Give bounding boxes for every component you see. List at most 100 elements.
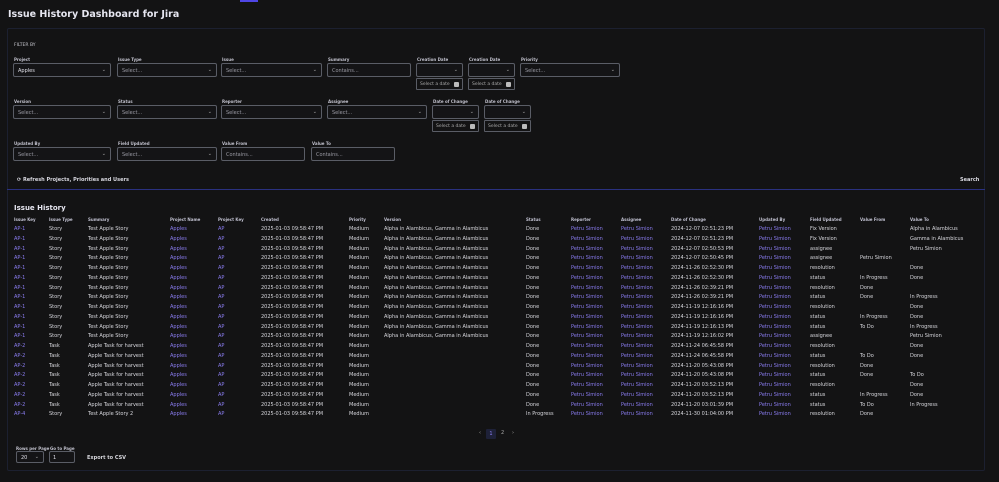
cell-project-name[interactable]: Apples: [170, 324, 187, 330]
cell-project-key[interactable]: AP: [218, 392, 224, 398]
cell-project-name[interactable]: Apples: [170, 343, 187, 349]
status-select[interactable]: Select... ⌄: [117, 105, 217, 119]
cell-issue-key[interactable]: AP-2: [14, 363, 25, 369]
rows-per-page-select[interactable]: 20 ⌄: [16, 451, 44, 463]
cell-project-name[interactable]: Apples: [170, 285, 187, 291]
cell-project-name[interactable]: Apples: [170, 265, 187, 271]
cell-issue-key[interactable]: AP-1: [14, 236, 25, 242]
page-1-button[interactable]: 1: [486, 429, 496, 439]
cell-updated-by[interactable]: Petru Simion: [759, 226, 791, 232]
column-header-assignee[interactable]: Assignee: [621, 217, 641, 222]
cell-project-name[interactable]: Apples: [170, 275, 187, 281]
creation-date-from-select[interactable]: ⌄: [416, 63, 463, 77]
cell-issue-key[interactable]: AP-1: [14, 285, 25, 291]
column-header-date-of-change[interactable]: Date of Change: [671, 217, 706, 222]
cell-issue-key[interactable]: AP-1: [14, 265, 25, 271]
field-updated-select[interactable]: Select... ⌄: [117, 147, 217, 161]
cell-project-name[interactable]: Apples: [170, 246, 187, 252]
cell-assignee[interactable]: Petru Simion: [621, 314, 653, 320]
cell-assignee[interactable]: Petru Simion: [621, 392, 653, 398]
cell-assignee[interactable]: Petru Simion: [621, 236, 653, 242]
column-header-issue-type[interactable]: Issue Type: [49, 217, 73, 222]
cell-reporter[interactable]: Petru Simion: [571, 402, 603, 408]
cell-reporter[interactable]: Petru Simion: [571, 411, 603, 417]
creation-date-to-select[interactable]: ⌄: [468, 63, 515, 77]
cell-issue-key[interactable]: AP-1: [14, 333, 25, 339]
date-of-change-to-select[interactable]: ⌄: [484, 105, 531, 119]
cell-assignee[interactable]: Petru Simion: [621, 372, 653, 378]
page-2-button[interactable]: 2: [501, 430, 504, 436]
go-to-page-input[interactable]: 1: [49, 451, 75, 463]
cell-project-key[interactable]: AP: [218, 294, 224, 300]
cell-assignee[interactable]: Petru Simion: [621, 324, 653, 330]
cell-updated-by[interactable]: Petru Simion: [759, 324, 791, 330]
cell-reporter[interactable]: Petru Simion: [571, 294, 603, 300]
cell-project-name[interactable]: Apples: [170, 236, 187, 242]
cell-assignee[interactable]: Petru Simion: [621, 275, 653, 281]
cell-updated-by[interactable]: Petru Simion: [759, 236, 791, 242]
cell-project-name[interactable]: Apples: [170, 411, 187, 417]
cell-updated-by[interactable]: Petru Simion: [759, 411, 791, 417]
column-header-value-to[interactable]: Value To: [910, 217, 929, 222]
cell-project-key[interactable]: AP: [218, 275, 224, 281]
cell-updated-by[interactable]: Petru Simion: [759, 255, 791, 261]
cell-updated-by[interactable]: Petru Simion: [759, 343, 791, 349]
cell-assignee[interactable]: Petru Simion: [621, 363, 653, 369]
cell-issue-key[interactable]: AP-1: [14, 304, 25, 310]
cell-updated-by[interactable]: Petru Simion: [759, 265, 791, 271]
cell-updated-by[interactable]: Petru Simion: [759, 372, 791, 378]
cell-updated-by[interactable]: Petru Simion: [759, 314, 791, 320]
cell-project-key[interactable]: AP: [218, 314, 224, 320]
cell-project-key[interactable]: AP: [218, 372, 224, 378]
column-header-project-key[interactable]: Project Key: [218, 217, 244, 222]
cell-assignee[interactable]: Petru Simion: [621, 333, 653, 339]
summary-input[interactable]: Contains...: [327, 63, 411, 77]
project-select[interactable]: Apples ⌄: [13, 63, 111, 77]
cell-issue-key[interactable]: AP-1: [14, 255, 25, 261]
column-header-version[interactable]: Version: [384, 217, 401, 222]
cell-project-name[interactable]: Apples: [170, 304, 187, 310]
updated-by-select[interactable]: Select... ⌄: [13, 147, 111, 161]
cell-reporter[interactable]: Petru Simion: [571, 265, 603, 271]
cell-issue-key[interactable]: AP-2: [14, 392, 25, 398]
issue-type-select[interactable]: Select... ⌄: [117, 63, 217, 77]
search-button[interactable]: Search: [960, 177, 979, 183]
cell-project-name[interactable]: Apples: [170, 333, 187, 339]
cell-project-key[interactable]: AP: [218, 353, 224, 359]
column-header-status[interactable]: Status: [526, 217, 541, 222]
cell-reporter[interactable]: Petru Simion: [571, 372, 603, 378]
value-from-input[interactable]: Contains...: [221, 147, 305, 161]
cell-updated-by[interactable]: Petru Simion: [759, 353, 791, 359]
cell-updated-by[interactable]: Petru Simion: [759, 275, 791, 281]
cell-assignee[interactable]: Petru Simion: [621, 226, 653, 232]
cell-reporter[interactable]: Petru Simion: [571, 333, 603, 339]
cell-reporter[interactable]: Petru Simion: [571, 353, 603, 359]
column-header-issue-key[interactable]: Issue Key: [14, 217, 36, 222]
cell-assignee[interactable]: Petru Simion: [621, 246, 653, 252]
cell-project-name[interactable]: Apples: [170, 226, 187, 232]
column-header-created[interactable]: Created: [261, 217, 279, 222]
cell-issue-key[interactable]: AP-2: [14, 402, 25, 408]
cell-updated-by[interactable]: Petru Simion: [759, 285, 791, 291]
cell-project-key[interactable]: AP: [218, 382, 224, 388]
cell-project-name[interactable]: Apples: [170, 392, 187, 398]
cell-reporter[interactable]: Petru Simion: [571, 363, 603, 369]
cell-reporter[interactable]: Petru Simion: [571, 226, 603, 232]
cell-assignee[interactable]: Petru Simion: [621, 304, 653, 310]
cell-project-key[interactable]: AP: [218, 236, 224, 242]
cell-project-name[interactable]: Apples: [170, 314, 187, 320]
creation-date-from-date-picker[interactable]: Select a date: [416, 78, 463, 90]
cell-project-name[interactable]: Apples: [170, 255, 187, 261]
cell-project-key[interactable]: AP: [218, 304, 224, 310]
column-header-reporter[interactable]: Reporter: [571, 217, 591, 222]
date-of-change-to-date-picker[interactable]: Select a date: [484, 120, 531, 132]
cell-issue-key[interactable]: AP-2: [14, 382, 25, 388]
cell-project-name[interactable]: Apples: [170, 294, 187, 300]
cell-reporter[interactable]: Petru Simion: [571, 392, 603, 398]
cell-project-key[interactable]: AP: [218, 402, 224, 408]
column-header-project-name[interactable]: Project Name: [170, 217, 200, 222]
cell-updated-by[interactable]: Petru Simion: [759, 294, 791, 300]
cell-assignee[interactable]: Petru Simion: [621, 402, 653, 408]
cell-project-key[interactable]: AP: [218, 226, 224, 232]
cell-reporter[interactable]: Petru Simion: [571, 324, 603, 330]
